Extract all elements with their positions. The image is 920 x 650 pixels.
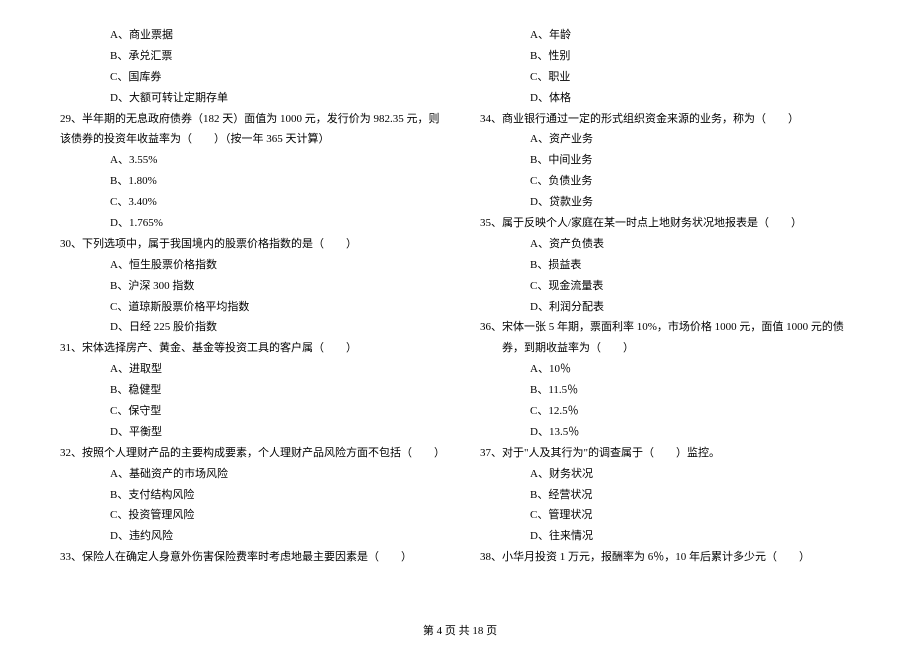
q37-option-a: A、财务状况 <box>480 464 860 485</box>
right-column: A、年龄 B、性别 C、职业 D、体格 34、商业银行通过一定的形式组织资金来源… <box>480 25 860 568</box>
q30-option-a: A、恒生股票价格指数 <box>60 255 440 276</box>
q34-text: 34、商业银行通过一定的形式组织资金来源的业务，称为（ ） <box>480 109 860 130</box>
q32-option-d: D、违约风险 <box>60 526 440 547</box>
q37-option-d: D、往来情况 <box>480 526 860 547</box>
q31-option-c: C、保守型 <box>60 401 440 422</box>
q31-text: 31、宋体选择房产、黄金、基金等投资工具的客户属（ ） <box>60 338 440 359</box>
q30-option-b: B、沪深 300 指数 <box>60 276 440 297</box>
q36-option-c: C、12.5％ <box>480 401 860 422</box>
q33-option-a: A、年龄 <box>480 25 860 46</box>
q33-option-d: D、体格 <box>480 88 860 109</box>
q34-option-c: C、负债业务 <box>480 171 860 192</box>
q29-option-c: C、3.40% <box>60 192 440 213</box>
q35-text: 35、属于反映个人/家庭在某一时点上地财务状况地报表是（ ） <box>480 213 860 234</box>
q30-option-d: D、日经 225 股价指数 <box>60 317 440 338</box>
q30-option-c: C、道琼斯股票价格平均指数 <box>60 297 440 318</box>
q37-option-c: C、管理状况 <box>480 505 860 526</box>
q32-option-c: C、投资管理风险 <box>60 505 440 526</box>
q29-text: 29、半年期的无息政府债券（182 天）面值为 1000 元，发行价为 982.… <box>60 109 440 151</box>
q28-option-d: D、大额可转让定期存单 <box>60 88 440 109</box>
page-footer: 第 4 页 共 18 页 <box>0 622 920 638</box>
q35-option-c: C、现金流量表 <box>480 276 860 297</box>
q34-option-d: D、贷款业务 <box>480 192 860 213</box>
q36-option-a: A、10％ <box>480 359 860 380</box>
q37-text: 37、对于"人及其行为"的调查属于（ ）监控。 <box>480 443 860 464</box>
q31-option-d: D、平衡型 <box>60 422 440 443</box>
q30-text: 30、下列选项中，属于我国境内的股票价格指数的是（ ） <box>60 234 440 255</box>
q28-option-a: A、商业票据 <box>60 25 440 46</box>
q32-text: 32、按照个人理财产品的主要构成要素，个人理财产品风险方面不包括（ ） <box>60 443 440 464</box>
q32-option-a: A、基础资产的市场风险 <box>60 464 440 485</box>
q28-option-c: C、国库券 <box>60 67 440 88</box>
document-content: A、商业票据 B、承兑汇票 C、国库券 D、大额可转让定期存单 29、半年期的无… <box>60 25 860 568</box>
left-column: A、商业票据 B、承兑汇票 C、国库券 D、大额可转让定期存单 29、半年期的无… <box>60 25 440 568</box>
q36-option-b: B、11.5％ <box>480 380 860 401</box>
q29-option-d: D、1.765% <box>60 213 440 234</box>
q36-text: 36、宋体一张 5 年期，票面利率 10%，市场价格 1000 元，面值 100… <box>480 317 860 359</box>
q35-option-a: A、资产负债表 <box>480 234 860 255</box>
q32-option-b: B、支付结构风险 <box>60 485 440 506</box>
q31-option-b: B、稳健型 <box>60 380 440 401</box>
q38-text: 38、小华月投资 1 万元，报酬率为 6％，10 年后累计多少元（ ） <box>480 547 860 568</box>
q31-option-a: A、进取型 <box>60 359 440 380</box>
q34-option-b: B、中间业务 <box>480 150 860 171</box>
q28-option-b: B、承兑汇票 <box>60 46 440 67</box>
q35-option-b: B、损益表 <box>480 255 860 276</box>
q33-option-c: C、职业 <box>480 67 860 88</box>
q34-option-a: A、资产业务 <box>480 129 860 150</box>
q29-option-b: B、1.80% <box>60 171 440 192</box>
q36-option-d: D、13.5％ <box>480 422 860 443</box>
q33-text: 33、保险人在确定人身意外伤害保险费率时考虑地最主要因素是（ ） <box>60 547 440 568</box>
q29-option-a: A、3.55% <box>60 150 440 171</box>
q33-option-b: B、性别 <box>480 46 860 67</box>
q37-option-b: B、经营状况 <box>480 485 860 506</box>
q35-option-d: D、利润分配表 <box>480 297 860 318</box>
